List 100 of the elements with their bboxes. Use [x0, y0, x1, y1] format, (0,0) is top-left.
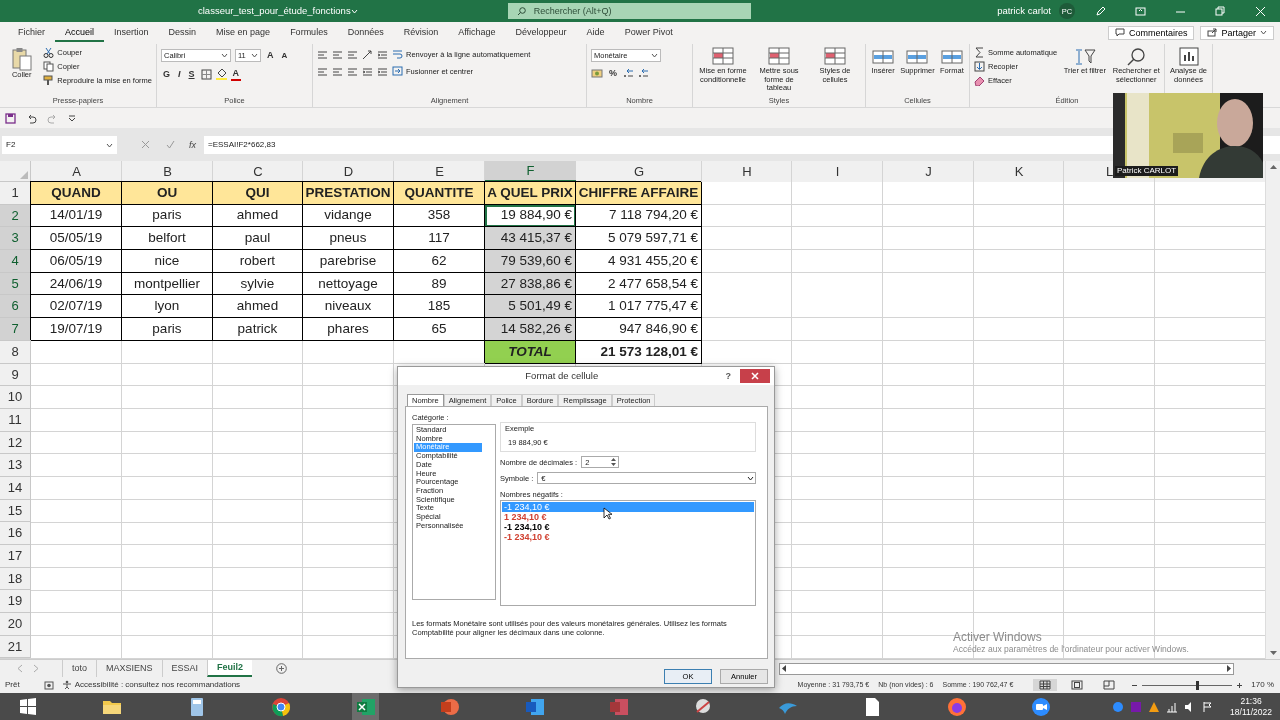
decimal-icon[interactable]: [623, 68, 634, 79]
align-icon[interactable]: [317, 66, 328, 77]
menu-tab[interactable]: Données: [337, 24, 394, 42]
align-icon[interactable]: [332, 49, 343, 60]
column-header[interactable]: F: [485, 161, 576, 182]
column-header[interactable]: L: [1105, 163, 1114, 180]
menu-tab[interactable]: Dessin: [158, 24, 207, 42]
table-cell[interactable]: montpellier: [122, 272, 213, 296]
table-cell[interactable]: 14 582,26 €: [485, 318, 576, 341]
row-header[interactable]: 8: [0, 340, 31, 364]
row-header[interactable]: 3: [0, 227, 31, 251]
row-header[interactable]: 14: [0, 476, 31, 500]
align-icon[interactable]: [317, 49, 328, 60]
header-cell[interactable]: QUAND: [31, 182, 122, 205]
menu-tab[interactable]: Formules: [280, 24, 338, 42]
restore-icon[interactable]: [1215, 5, 1226, 17]
list-item[interactable]: -1 234,10 €: [504, 532, 550, 542]
column-header[interactable]: D: [343, 163, 354, 180]
indent-icon[interactable]: [362, 66, 373, 77]
table-cell[interactable]: patrick: [213, 318, 303, 341]
help-button[interactable]: ?: [725, 370, 731, 382]
save-icon[interactable]: [5, 112, 16, 124]
tray-icon[interactable]: [1148, 700, 1161, 713]
menu-tab[interactable]: Power Pivot: [614, 24, 683, 42]
menu-tab[interactable]: Révision: [393, 24, 449, 42]
row-header[interactable]: 11: [0, 408, 31, 432]
row-header[interactable]: 19: [0, 590, 31, 614]
table-cell[interactable]: 4 931 455,20 €: [576, 250, 702, 273]
column-header[interactable]: J: [925, 163, 932, 180]
underline-button[interactable]: S: [186, 69, 197, 80]
total-value[interactable]: 21 573 128,01 €: [576, 340, 702, 364]
table-cell[interactable]: nice: [122, 250, 213, 273]
banknote-icon[interactable]: [591, 68, 603, 79]
column-header[interactable]: C: [253, 163, 263, 180]
table-cell[interactable]: 06/05/19: [31, 250, 122, 273]
header-cell[interactable]: CHIFFRE AFFAIRE: [576, 182, 702, 205]
table-cell[interactable]: vidange: [303, 204, 394, 228]
spin-icon[interactable]: [610, 457, 618, 467]
table-cell[interactable]: 24/06/19: [31, 272, 122, 296]
grow-font-button[interactable]: A: [265, 50, 276, 61]
column-header[interactable]: H: [742, 163, 752, 180]
row-header[interactable]: 20: [0, 613, 31, 636]
header-cell[interactable]: QUI: [213, 182, 303, 205]
table-cell[interactable]: 19/07/19: [31, 318, 122, 341]
total-label[interactable]: TOTAL: [485, 340, 576, 364]
table-cell[interactable]: phares: [303, 318, 394, 341]
column-header[interactable]: A: [72, 163, 81, 180]
table-cell[interactable]: 14/01/19: [31, 204, 122, 228]
sheet-tab[interactable]: Feuil2: [207, 660, 253, 677]
zoom-level[interactable]: 170 %: [1251, 680, 1274, 690]
close-button[interactable]: [740, 369, 770, 383]
row-header[interactable]: 4: [0, 250, 31, 273]
table-cell[interactable]: pneus: [303, 227, 394, 251]
column-header[interactable]: E: [435, 163, 444, 180]
table-cell[interactable]: paris: [122, 204, 213, 228]
menu-tab[interactable]: Insertion: [104, 24, 159, 42]
row-header[interactable]: 21: [0, 635, 31, 659]
percent-button[interactable]: %: [607, 68, 619, 79]
search-field[interactable]: Rechercher (Alt+Q): [507, 3, 751, 19]
comments-button[interactable]: Commentaires: [1107, 25, 1195, 41]
column-header[interactable]: B: [163, 163, 172, 180]
align-icon[interactable]: [347, 49, 358, 60]
row-header[interactable]: 13: [0, 454, 31, 477]
table-cell[interactable]: 358: [394, 204, 485, 228]
border-icon[interactable]: [200, 68, 212, 80]
horizontal-scrollbar[interactable]: [779, 662, 1234, 675]
accessibility-link[interactable]: Accessibilité : consultez nos recommandations: [74, 680, 241, 690]
undo-icon[interactable]: [26, 112, 37, 124]
text-angle-icon[interactable]: [362, 49, 373, 60]
clock-date[interactable]: 18/11/2022: [1230, 706, 1272, 717]
indent-icon[interactable]: [377, 66, 388, 77]
taskbar-button[interactable]: [351, 693, 380, 720]
list-item[interactable]: 1 234,10 €: [504, 512, 547, 522]
row-header[interactable]: 15: [0, 499, 31, 523]
zoom-in-icon[interactable]: [1236, 681, 1244, 689]
row-header[interactable]: 9: [0, 363, 31, 387]
macro-record-icon[interactable]: [43, 680, 54, 690]
menu-tab[interactable]: Fichier: [8, 24, 55, 42]
network-icon[interactable]: [1166, 700, 1179, 713]
clock-time[interactable]: 21:36: [1240, 696, 1262, 707]
add-sheet-icon[interactable]: [276, 663, 288, 674]
table-cell[interactable]: niveaux: [303, 295, 394, 319]
header-cell[interactable]: OU: [122, 182, 213, 205]
function-button[interactable]: fx: [185, 136, 200, 154]
share-button[interactable]: Partager: [1200, 25, 1274, 41]
slider-thumb[interactable]: [1196, 680, 1200, 690]
row-header[interactable]: 7: [0, 318, 31, 341]
row-header[interactable]: 12: [0, 431, 31, 455]
decimal-icon[interactable]: [638, 68, 649, 79]
tray-icon[interactable]: [1112, 700, 1125, 713]
table-cell[interactable]: 1 017 775,47 €: [576, 295, 702, 319]
italic-button[interactable]: I: [176, 69, 183, 80]
negative-format-list[interactable]: -1 234,10 € 1 234,10 € -1 234,10 € -1 234,10 €: [500, 500, 756, 606]
indent-icon[interactable]: [377, 49, 388, 60]
row-header[interactable]: 18: [0, 567, 31, 591]
window-icon[interactable]: [1135, 5, 1146, 17]
table-cell[interactable]: 79 539,60 €: [485, 250, 576, 273]
table-cell[interactable]: 05/05/19: [31, 227, 122, 251]
menu-tab[interactable]: Accueil: [55, 24, 105, 42]
table-cell[interactable]: 02/07/19: [31, 295, 122, 319]
